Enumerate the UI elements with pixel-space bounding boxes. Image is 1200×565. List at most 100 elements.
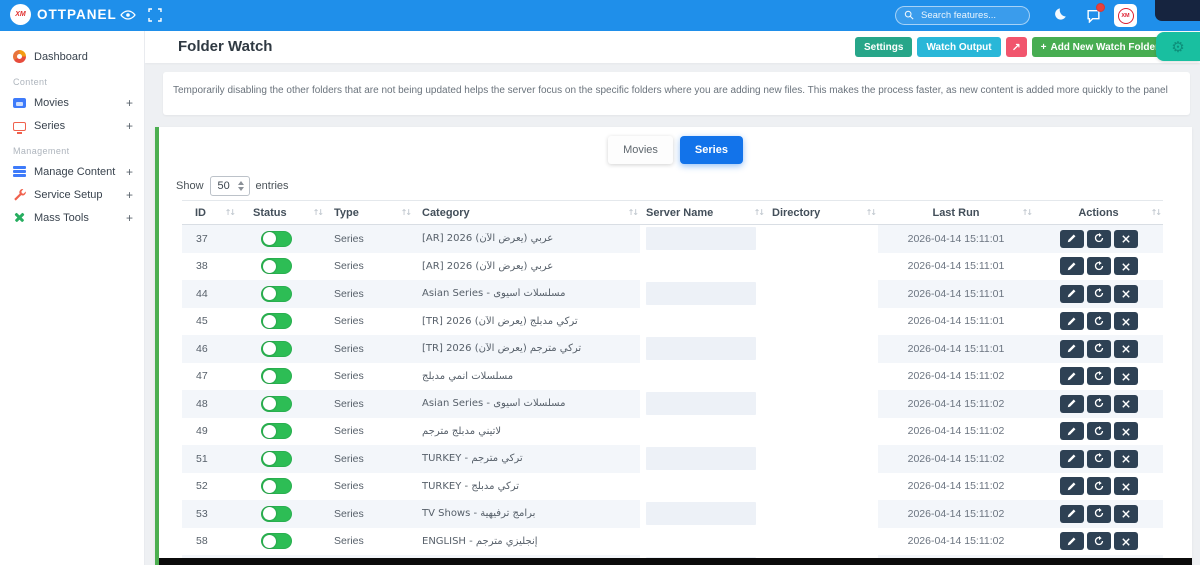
show-label: Show [176, 180, 204, 192]
col-header-status[interactable]: Status [237, 207, 325, 219]
sidebar-item-series[interactable]: Series + [0, 114, 144, 137]
delete-button[interactable] [1113, 367, 1138, 386]
edit-button[interactable] [1059, 477, 1084, 496]
rescan-button[interactable] [1086, 312, 1111, 331]
sort-icon[interactable] [313, 208, 322, 217]
edit-button[interactable] [1059, 394, 1084, 413]
tab-series[interactable]: Series [679, 136, 743, 164]
col-header-last-run[interactable]: Last Run [878, 207, 1034, 219]
delete-button[interactable] [1113, 229, 1138, 248]
sort-icon[interactable] [1151, 208, 1160, 217]
status-toggle[interactable] [261, 313, 292, 330]
col-header-category[interactable]: Category [413, 207, 640, 219]
search-input[interactable] [919, 9, 1021, 22]
dark-mode-icon[interactable] [1052, 7, 1068, 23]
notification-badge [1096, 3, 1105, 12]
export-arrow-button[interactable] [1005, 37, 1027, 57]
status-toggle[interactable] [261, 450, 292, 467]
edit-button[interactable] [1059, 449, 1084, 468]
notifications-icon[interactable] [1086, 3, 1105, 24]
redacted-value [646, 392, 756, 416]
gear-settings-button[interactable]: ⚙ [1156, 32, 1200, 61]
row-last-run: 2026-04-14 15:11:01 [907, 260, 1005, 273]
status-toggle[interactable] [261, 230, 292, 247]
sidebar-item-service-setup[interactable]: Service Setup + [0, 183, 144, 206]
col-header-directory[interactable]: Directory [766, 207, 878, 219]
pencil-icon [1067, 479, 1076, 494]
table-row: 47 Series مسلسلات انمي مدبلج 2026-04-14 15:… [182, 362, 1163, 390]
status-toggle[interactable] [261, 478, 292, 495]
delete-button[interactable] [1113, 312, 1138, 331]
edit-button[interactable] [1059, 284, 1084, 303]
status-toggle[interactable] [261, 368, 292, 385]
row-status [237, 230, 325, 247]
search-box[interactable] [895, 6, 1030, 25]
rescan-button[interactable] [1086, 477, 1111, 496]
sidebar-item-movies[interactable]: Movies + [0, 91, 144, 114]
row-type: Series [334, 342, 364, 355]
rescan-button[interactable] [1086, 422, 1111, 441]
sort-icon[interactable] [1022, 208, 1031, 217]
sidebar-item-manage-content[interactable]: Manage Content + [0, 160, 144, 183]
sidebar-item-dashboard[interactable]: Dashboard [0, 45, 144, 68]
delete-button[interactable] [1113, 532, 1138, 551]
status-toggle[interactable] [261, 423, 292, 440]
sort-icon[interactable] [866, 208, 875, 217]
delete-button[interactable] [1113, 449, 1138, 468]
edit-button[interactable] [1059, 257, 1084, 276]
delete-button[interactable] [1113, 422, 1138, 441]
sort-icon[interactable] [225, 208, 234, 217]
sidebar-item-mass-tools[interactable]: Mass Tools + [0, 206, 144, 229]
edit-button[interactable] [1059, 532, 1084, 551]
avatar[interactable]: XM [1114, 4, 1137, 27]
settings-button[interactable]: Settings [855, 37, 913, 57]
edit-button[interactable] [1059, 229, 1084, 248]
corner-panel[interactable] [1155, 0, 1200, 21]
edit-button[interactable] [1059, 312, 1084, 331]
rescan-button[interactable] [1086, 532, 1111, 551]
delete-button[interactable] [1113, 394, 1138, 413]
sort-icon[interactable] [754, 208, 763, 217]
rescan-button[interactable] [1086, 257, 1111, 276]
rescan-button[interactable] [1086, 229, 1111, 248]
rescan-button[interactable] [1086, 394, 1111, 413]
edit-button[interactable] [1059, 339, 1084, 358]
delete-button[interactable] [1113, 339, 1138, 358]
status-toggle[interactable] [261, 395, 292, 412]
edit-button[interactable] [1059, 367, 1084, 386]
rescan-button[interactable] [1086, 339, 1111, 358]
tab-movies[interactable]: Movies [608, 136, 673, 164]
status-toggle[interactable] [261, 505, 292, 522]
row-server-name [640, 417, 766, 445]
watch-output-button[interactable]: Watch Output [917, 37, 1001, 57]
col-header-type[interactable]: Type [325, 207, 413, 219]
rescan-button[interactable] [1086, 449, 1111, 468]
expand-plus-icon: + [125, 164, 133, 179]
edit-button[interactable] [1059, 422, 1084, 441]
status-toggle[interactable] [261, 340, 292, 357]
refresh-icon [1094, 231, 1104, 246]
page-size-select[interactable]: 50 [209, 176, 250, 196]
col-header-id[interactable]: ID [182, 207, 237, 219]
col-header-server-name[interactable]: Server Name [640, 207, 766, 219]
edit-button[interactable] [1059, 504, 1084, 523]
status-toggle[interactable] [261, 258, 292, 275]
status-toggle[interactable] [261, 285, 292, 302]
eye-icon[interactable] [120, 8, 136, 23]
rescan-button[interactable] [1086, 504, 1111, 523]
delete-button[interactable] [1113, 284, 1138, 303]
status-toggle[interactable] [261, 533, 292, 550]
delete-button[interactable] [1113, 477, 1138, 496]
row-actions [1034, 312, 1163, 331]
rescan-button[interactable] [1086, 367, 1111, 386]
add-new-watch-folder-button[interactable]: + Add New Watch Folder [1031, 37, 1168, 57]
col-header-actions[interactable]: Actions [1034, 207, 1163, 219]
rescan-button[interactable] [1086, 284, 1111, 303]
redacted-value [646, 502, 756, 526]
sort-icon[interactable] [628, 208, 637, 217]
sort-icon[interactable] [401, 208, 410, 217]
fullscreen-icon[interactable] [148, 8, 164, 23]
delete-button[interactable] [1113, 257, 1138, 276]
delete-button[interactable] [1113, 504, 1138, 523]
row-id: 49 [196, 425, 208, 438]
